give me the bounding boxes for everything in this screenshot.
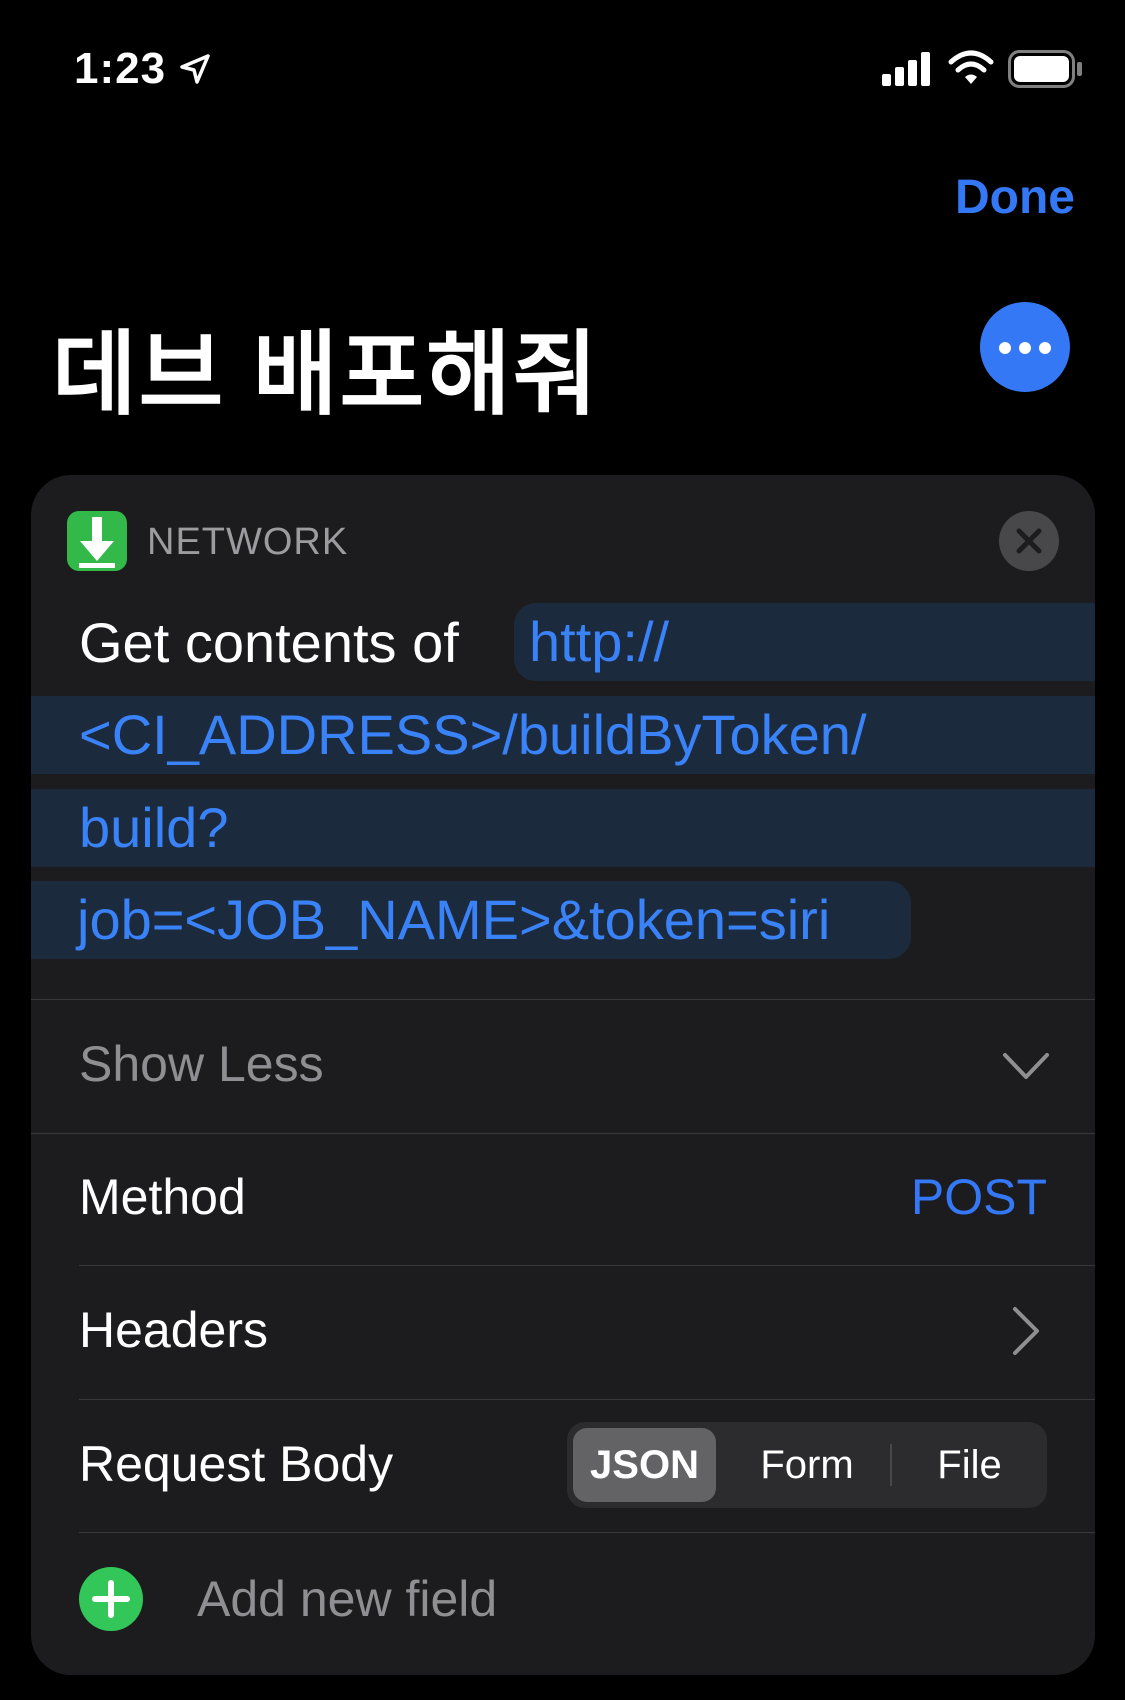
close-icon	[1016, 528, 1042, 554]
status-bar: 1:23	[0, 0, 1125, 140]
download-arrow-icon	[67, 511, 127, 571]
divider	[31, 1133, 1095, 1134]
url-token-line[interactable]: <CI_ADDRESS>/buildByToken/	[31, 696, 1095, 774]
divider	[31, 999, 1095, 1000]
segment-form[interactable]: Form	[732, 1428, 882, 1502]
location-arrow-icon	[180, 54, 210, 84]
headers-label[interactable]: Headers	[79, 1301, 268, 1359]
method-label: Method	[79, 1169, 246, 1225]
more-options-button[interactable]	[980, 302, 1070, 392]
divider	[79, 1265, 1095, 1266]
divider	[79, 1532, 1095, 1533]
add-field-label[interactable]: Add new field	[197, 1570, 497, 1628]
action-category-label: NETWORK	[147, 521, 349, 563]
request-body-label: Request Body	[79, 1436, 394, 1492]
add-field-button[interactable]	[79, 1567, 143, 1631]
action-text: Get contents of	[79, 611, 459, 674]
chevron-down-icon[interactable]	[1001, 1049, 1051, 1085]
show-less-button[interactable]: Show Less	[79, 1035, 324, 1093]
wifi-icon	[948, 50, 994, 84]
ellipsis-icon	[999, 342, 1011, 354]
page-title: 데브 배포해줘	[52, 324, 600, 426]
url-token-line[interactable]: job=<JOB_NAME>&token=siri	[31, 881, 911, 959]
segment-json[interactable]: JSON	[573, 1428, 716, 1502]
status-time: 1:23	[74, 44, 167, 93]
request-body-segmented-control: JSON Form File	[567, 1422, 1047, 1508]
cellular-signal-icon	[882, 52, 930, 86]
remove-action-button[interactable]	[999, 511, 1059, 571]
plus-icon	[92, 1580, 130, 1618]
chevron-right-icon[interactable]	[1011, 1305, 1041, 1357]
divider	[79, 1399, 1095, 1400]
action-card: NETWORK Get contents of http:// <CI_ADDR…	[31, 475, 1095, 1675]
url-token-line[interactable]: build?	[31, 789, 1095, 867]
segment-divider	[890, 1444, 892, 1486]
segment-file[interactable]: File	[897, 1428, 1042, 1502]
done-button[interactable]: Done	[955, 170, 1075, 225]
battery-icon	[1008, 50, 1082, 88]
method-value[interactable]: POST	[911, 1168, 1047, 1226]
url-token-line[interactable]: http://	[514, 603, 1095, 681]
